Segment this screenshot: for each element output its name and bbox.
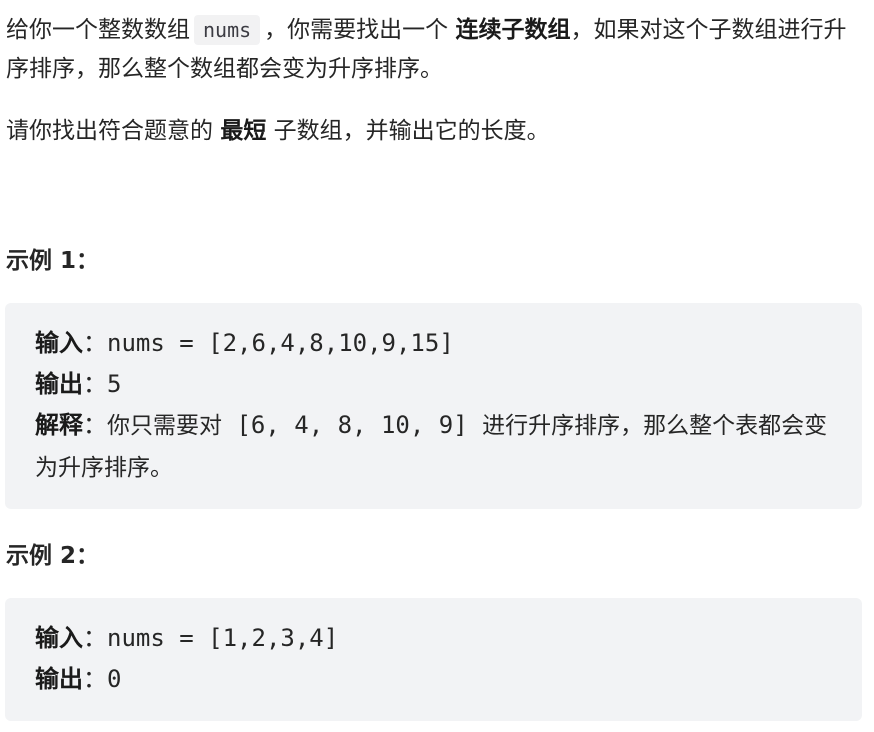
output-label: 输出 [35,665,83,693]
example-1-input: 输入：nums = [2,6,4,8,10,9,15] [35,329,454,357]
explain-code: [6, 4, 8, 10, 9] [222,411,483,439]
problem-description: 给你一个整数数组 nums ，你需要找出一个 连续子数组，如果对这个子数组进行升序排… [6,11,856,89]
example-1-title: 示例 1： [6,248,100,274]
explain-text-1: 你只需要对 [107,413,222,439]
example-2-output: 输出：0 [35,665,122,693]
intro-text-2: ，你需要找出一个 [264,17,449,43]
example-2-box: 输入：nums = [1,2,3,4] 输出：0 [5,598,862,721]
output-label: 输出 [35,370,83,398]
output-value: 5 [107,370,122,398]
example-1-output: 输出：5 [35,370,122,398]
output-value: 0 [107,665,122,693]
intro-bold-subarray: 连续子数组 [455,17,571,43]
example-2-input: 输入：nums = [1,2,3,4] [35,624,339,652]
task-bold-shortest: 最短 [220,118,267,144]
task-text-1: 请你找出符合题意的 [6,118,213,144]
task-description: 请你找出符合题意的 最短 子数组，并输出它的长度。 [6,112,856,151]
example-2-title: 示例 2： [6,543,100,569]
explain-label: 解释 [35,411,83,439]
task-text-2: 子数组，并输出它的长度。 [273,118,550,144]
example-1-explanation: 解释：你只需要对 [6, 4, 8, 10, 9] 进行升序排序，那么整个表都会… [35,411,828,481]
example-1-box: 输入：nums = [2,6,4,8,10,9,15] 输出：5 解释：你只需要… [5,303,862,509]
input-label: 输入 [35,624,83,652]
input-label: 输入 [35,329,83,357]
input-value: nums = [1,2,3,4] [107,624,339,652]
inline-code-nums: nums [194,15,261,45]
input-value: nums = [2,6,4,8,10,9,15] [107,329,454,357]
intro-text-1: 给你一个整数数组 [6,17,190,43]
